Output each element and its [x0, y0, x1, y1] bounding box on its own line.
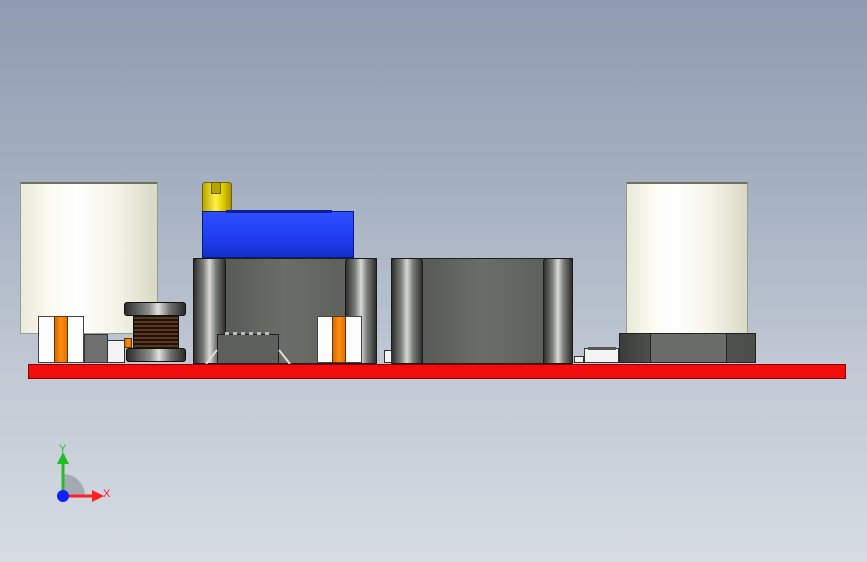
triad-x-label: X	[103, 488, 111, 500]
small-smd-center	[384, 350, 392, 363]
small-orange-smd	[124, 338, 132, 348]
triad-y-label: Y	[59, 443, 67, 455]
right-right-cylinder	[543, 258, 573, 364]
trimmer-screw-slot	[211, 182, 221, 194]
right-capacitor-base-mid	[650, 334, 727, 362]
left-terminal-pin	[54, 316, 68, 363]
right-left-cylinder	[391, 258, 423, 364]
model-viewport[interactable]	[0, 0, 867, 562]
small-smd-right-top	[588, 347, 616, 350]
small-smd-right2	[574, 356, 584, 363]
inductor-bottom-flange	[126, 348, 186, 362]
pcb-board[interactable]	[28, 364, 846, 379]
right-capacitor[interactable]	[626, 182, 748, 334]
inductor-coil[interactable]	[133, 316, 179, 349]
ic-chip-leads	[205, 332, 291, 365]
trimmer-body[interactable]	[202, 211, 354, 258]
small-smd-right	[584, 348, 619, 363]
small-smd-left	[107, 340, 125, 363]
middle-terminal-pin	[332, 316, 346, 363]
inductor-top-flange	[124, 302, 186, 316]
trimmer-top-edge	[226, 210, 332, 213]
small-gray-block	[84, 334, 108, 363]
